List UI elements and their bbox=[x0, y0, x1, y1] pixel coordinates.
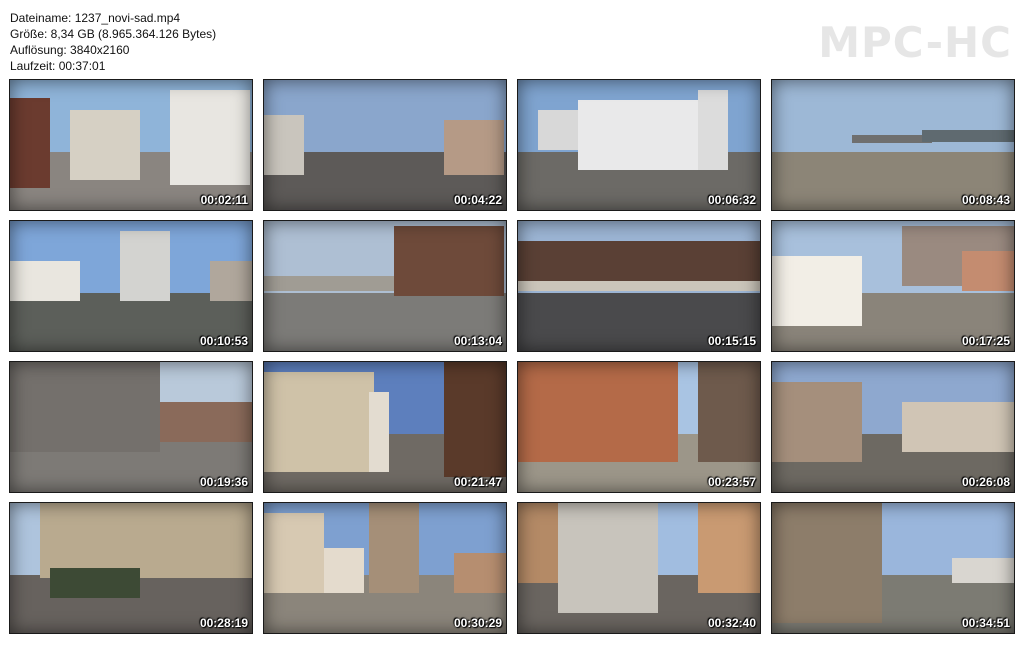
video-thumbnail: 00:28:19 bbox=[9, 502, 253, 634]
video-thumbnail: 00:34:51 bbox=[771, 502, 1015, 634]
thumbnail-vignette bbox=[264, 362, 506, 492]
thumbnail-frame bbox=[518, 503, 760, 633]
video-thumbnail: 00:30:29 bbox=[263, 502, 507, 634]
thumbnail-frame bbox=[772, 362, 1014, 492]
thumbnail-frame bbox=[518, 221, 760, 351]
filename-text: Dateiname: 1237_novi-sad.mp4 bbox=[10, 11, 181, 25]
thumbnail-frame bbox=[264, 362, 506, 492]
thumbnail-vignette bbox=[518, 362, 760, 492]
video-thumbnail: 00:13:04 bbox=[263, 220, 507, 352]
thumbnail-vignette bbox=[518, 503, 760, 633]
duration-text: Laufzeit: 00:37:01 bbox=[10, 59, 106, 73]
video-thumbnail: 00:08:43 bbox=[771, 79, 1015, 211]
thumbnail-vignette bbox=[264, 221, 506, 351]
thumbnail-timestamp: 00:26:08 bbox=[961, 475, 1010, 489]
thumbnail-timestamp: 00:06:32 bbox=[707, 193, 756, 207]
video-thumbnail: 00:21:47 bbox=[263, 361, 507, 493]
video-thumbnail: 00:04:22 bbox=[263, 79, 507, 211]
thumbnail-timestamp: 00:15:15 bbox=[707, 334, 756, 348]
video-thumbnail: 00:10:53 bbox=[9, 220, 253, 352]
thumbnail-vignette bbox=[772, 80, 1014, 210]
thumbnail-timestamp: 00:21:47 bbox=[453, 475, 502, 489]
thumbnail-vignette bbox=[518, 221, 760, 351]
thumbnail-vignette bbox=[10, 503, 252, 633]
thumbnail-timestamp: 00:17:25 bbox=[961, 334, 1010, 348]
thumbnail-frame bbox=[10, 221, 252, 351]
thumbnail-timestamp: 00:08:43 bbox=[961, 193, 1010, 207]
thumbnail-frame bbox=[518, 362, 760, 492]
thumbnail-grid: 00:02:11 00:04:22 00:06:32 00:08:43 00:10:53… bbox=[9, 79, 1015, 634]
thumbnail-vignette bbox=[772, 221, 1014, 351]
thumbnail-vignette bbox=[10, 221, 252, 351]
video-thumbnail: 00:23:57 bbox=[517, 361, 761, 493]
thumbnail-timestamp: 00:28:19 bbox=[199, 616, 248, 630]
thumbnail-frame bbox=[772, 503, 1014, 633]
file-info-panel: Dateiname: 1237_novi-sad.mp4 Größe: 8,34… bbox=[10, 10, 216, 74]
video-thumbnail: 00:02:11 bbox=[9, 79, 253, 211]
filesize-text: Größe: 8,34 GB (8.965.364.126 Bytes) bbox=[10, 27, 217, 41]
thumbnail-frame bbox=[264, 221, 506, 351]
video-thumbnail: 00:15:15 bbox=[517, 220, 761, 352]
thumbnail-vignette bbox=[772, 362, 1014, 492]
thumbnail-timestamp: 00:13:04 bbox=[453, 334, 502, 348]
thumbnail-vignette bbox=[264, 80, 506, 210]
thumbnail-timestamp: 00:23:57 bbox=[707, 475, 756, 489]
thumbnail-timestamp: 00:04:22 bbox=[453, 193, 502, 207]
thumbnail-vignette bbox=[10, 362, 252, 492]
thumbnail-timestamp: 00:02:11 bbox=[200, 193, 248, 207]
video-thumbnail: 00:32:40 bbox=[517, 502, 761, 634]
video-thumbnail: 00:17:25 bbox=[771, 220, 1015, 352]
resolution-text: Auflösung: 3840x2160 bbox=[10, 43, 130, 57]
thumbnail-timestamp: 00:34:51 bbox=[961, 616, 1010, 630]
thumbnail-vignette bbox=[10, 80, 252, 210]
video-thumbnail: 00:26:08 bbox=[771, 361, 1015, 493]
thumbnail-vignette bbox=[772, 503, 1014, 633]
thumbnail-timestamp: 00:30:29 bbox=[453, 616, 502, 630]
mpc-hc-logo: MPC-HC bbox=[818, 18, 1012, 67]
thumbnail-timestamp: 00:10:53 bbox=[199, 334, 248, 348]
thumbnail-frame bbox=[10, 80, 252, 210]
thumbnail-timestamp: 00:32:40 bbox=[707, 616, 756, 630]
thumbnail-timestamp: 00:19:36 bbox=[199, 475, 248, 489]
video-thumbnail: 00:06:32 bbox=[517, 79, 761, 211]
thumbnail-vignette bbox=[264, 503, 506, 633]
thumbnail-vignette bbox=[518, 80, 760, 210]
thumbnail-frame bbox=[10, 362, 252, 492]
thumbnail-frame bbox=[518, 80, 760, 210]
thumbnail-frame bbox=[264, 80, 506, 210]
thumbnail-frame bbox=[264, 503, 506, 633]
thumbnail-frame bbox=[772, 221, 1014, 351]
thumbnail-frame bbox=[10, 503, 252, 633]
video-thumbnail: 00:19:36 bbox=[9, 361, 253, 493]
thumbnail-frame bbox=[772, 80, 1014, 210]
